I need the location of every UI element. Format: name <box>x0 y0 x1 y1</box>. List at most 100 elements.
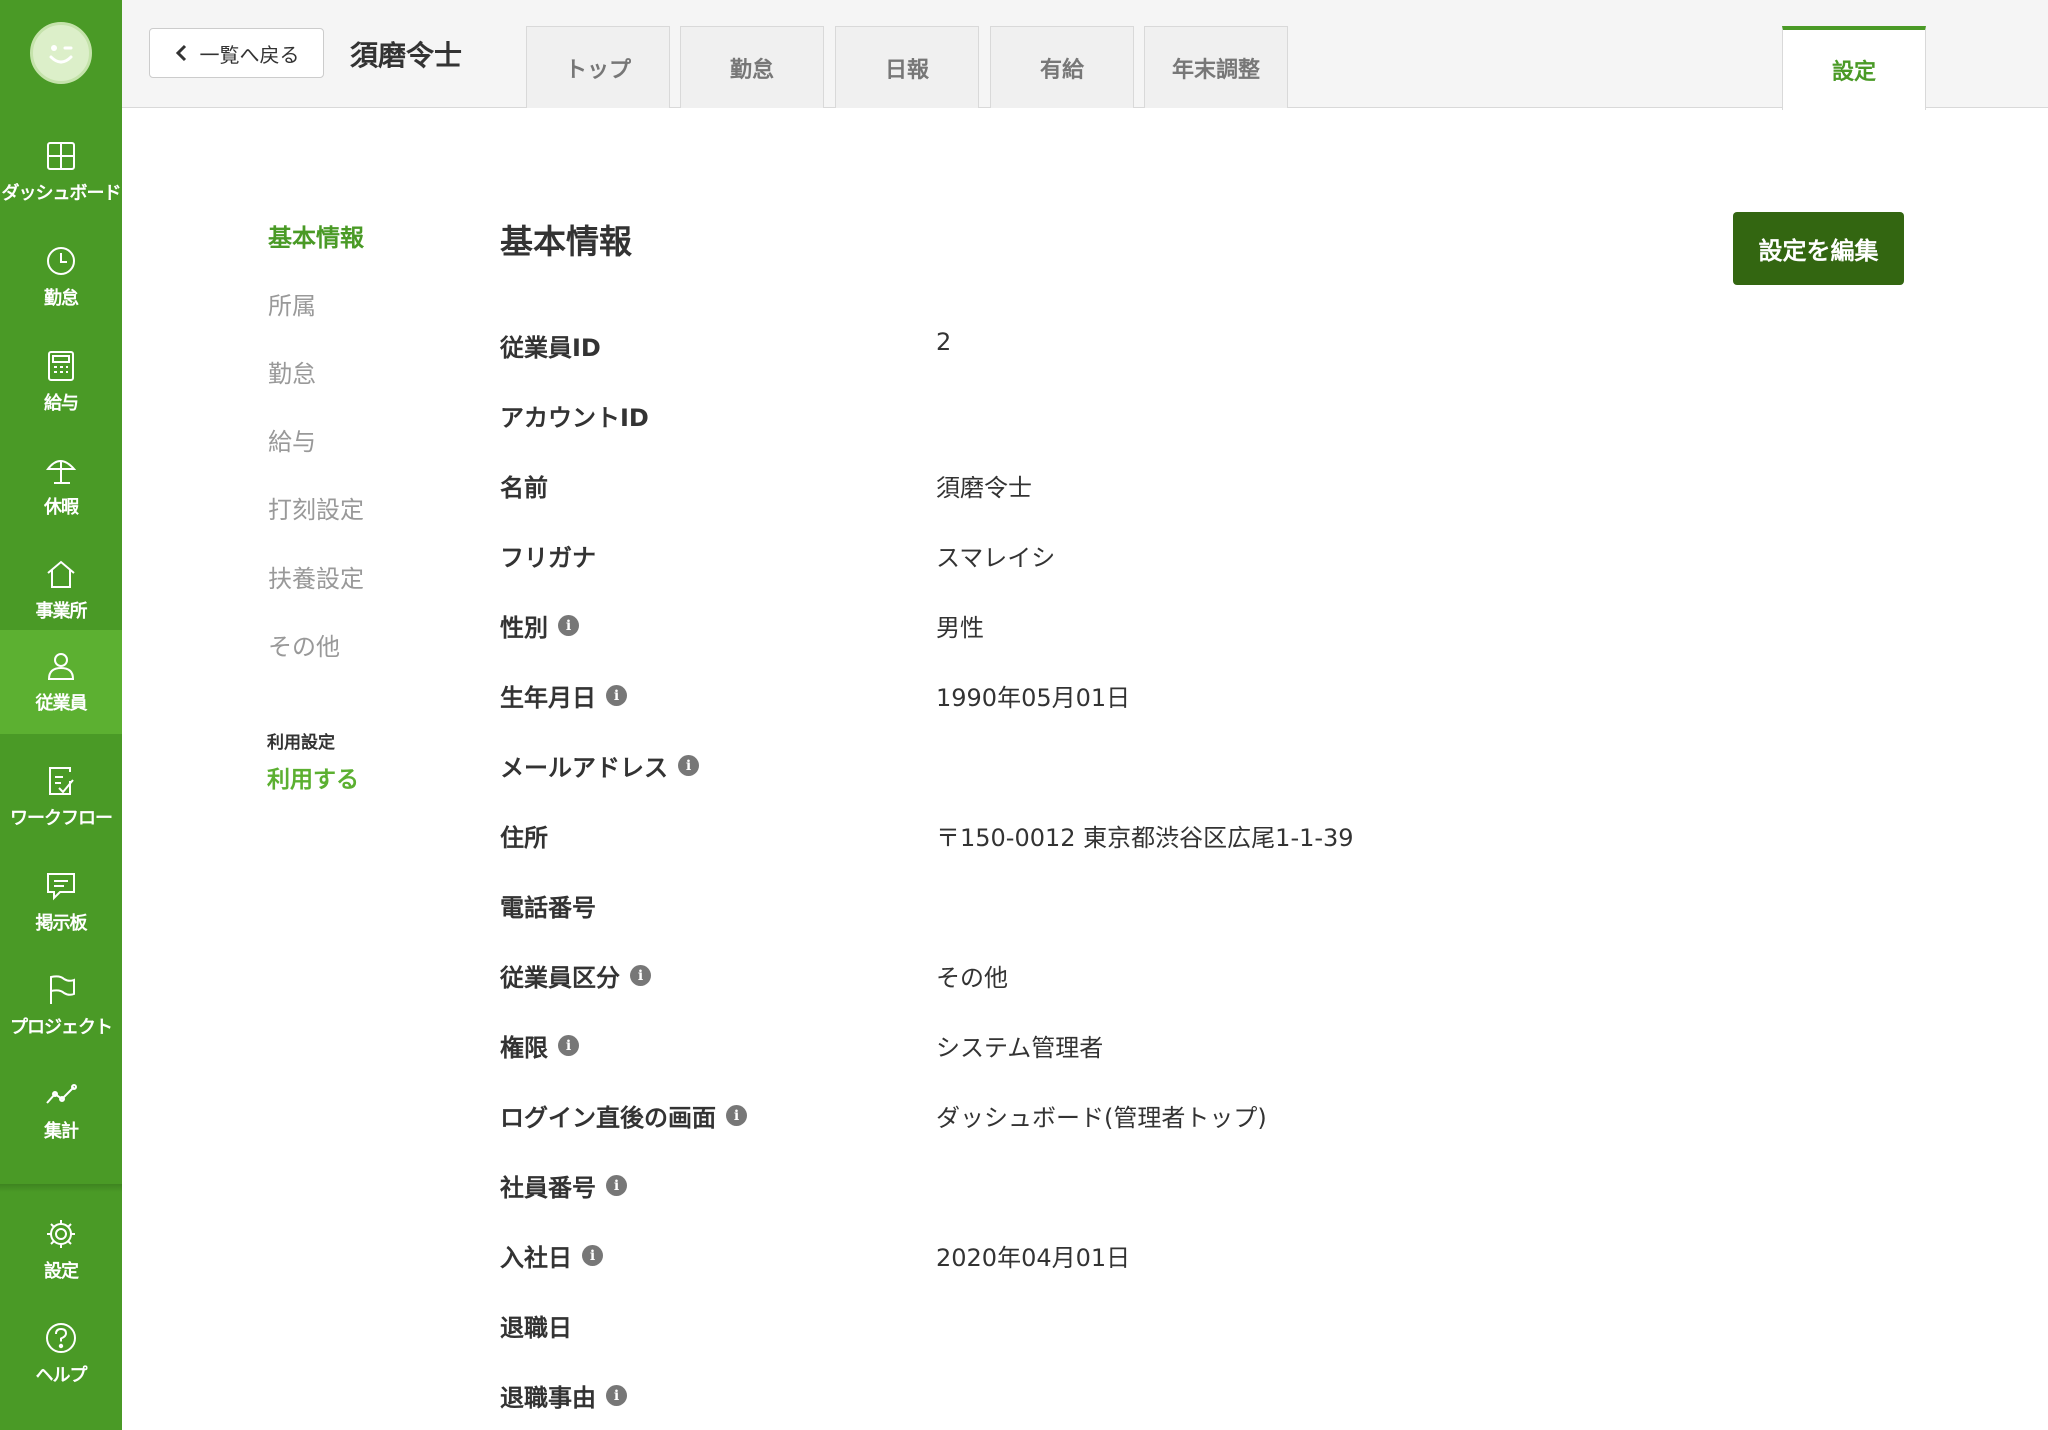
back-button-label: 一覧へ戻る <box>199 42 300 67</box>
field-label: 生年月日 i <box>500 678 627 713</box>
nav-aggregate[interactable]: 集計 <box>0 1058 122 1162</box>
field-value: その他 <box>936 964 1008 992</box>
field-row: メールアドレス i <box>500 748 1900 798</box>
nav-label: プロジェクト <box>10 1017 113 1038</box>
field-row: 性別 i 男性 <box>500 608 1900 658</box>
nav-workflow[interactable]: ワークフロー <box>0 745 122 849</box>
nav-label: ワークフロー <box>10 808 113 829</box>
chat-icon <box>47 873 75 901</box>
tab-paid-leave[interactable]: 有給 <box>990 26 1134 108</box>
nav-employees[interactable]: 従業員 <box>0 630 122 734</box>
subnav-basic-info[interactable]: 基本情報 <box>268 218 364 253</box>
field-label: 退職日 <box>500 1308 572 1343</box>
info-icon[interactable]: i <box>606 685 627 706</box>
tab-daily-report[interactable]: 日報 <box>835 26 979 108</box>
field-value: 〒150-0012 東京都渋谷区広尾1-1-39 <box>936 824 1354 852</box>
field-row: 従業員ID 2 <box>500 328 1900 378</box>
nav-payroll[interactable]: 給与 <box>0 330 122 434</box>
subnav-dependent-settings[interactable]: 扶養設定 <box>268 559 364 594</box>
calculator-icon <box>48 351 74 381</box>
field-label: ログイン直後の画面 i <box>500 1098 747 1133</box>
info-icon[interactable]: i <box>558 1035 579 1056</box>
trend-icon <box>46 1084 77 1104</box>
field-label-text: メールアドレス <box>500 754 668 782</box>
field-row: 権限 i システム管理者 <box>500 1028 1900 1078</box>
edit-settings-button[interactable]: 設定を編集 <box>1733 212 1904 285</box>
subnav-clock-settings[interactable]: 打刻設定 <box>268 490 364 525</box>
nav-label: 勤怠 <box>44 288 79 309</box>
back-to-list-button[interactable]: 一覧へ戻る <box>149 28 324 78</box>
smiley-logo-icon[interactable] <box>30 22 92 84</box>
info-icon[interactable]: i <box>678 755 699 776</box>
checklist-icon <box>49 767 74 795</box>
sidebar-divider <box>0 1184 122 1192</box>
usage-setting-title: 利用設定 <box>267 733 335 753</box>
field-label: 入社日 i <box>500 1238 603 1273</box>
field-row: アカウントID <box>500 398 1900 448</box>
field-label: 電話番号 <box>500 888 596 923</box>
info-icon[interactable]: i <box>558 615 579 636</box>
sidebar: ダッシュボード 勤怠 給与 休暇 事業所 従業員 ワークフロー 掲示板 プロジェ… <box>0 0 122 1430</box>
nav-label: ヘルプ <box>35 1365 88 1386</box>
tab-top[interactable]: トップ <box>526 26 670 108</box>
field-row: 退職日 <box>500 1308 1900 1358</box>
help-icon <box>46 1323 76 1353</box>
field-value: 2 <box>936 328 952 356</box>
field-row: 生年月日 i 1990年05月01日 <box>500 678 1900 728</box>
subnav-attendance[interactable]: 勤怠 <box>268 354 316 389</box>
field-label-text: フリガナ <box>500 544 596 572</box>
field-label-text: 電話番号 <box>500 894 596 922</box>
nav-settings[interactable]: 設定 <box>0 1198 122 1302</box>
nav-project[interactable]: プロジェクト <box>0 954 122 1058</box>
nav-label: 休暇 <box>44 497 79 518</box>
nav-office[interactable]: 事業所 <box>0 538 122 642</box>
field-row: 退職事由 i <box>500 1378 1900 1428</box>
info-icon[interactable]: i <box>606 1385 627 1406</box>
nav-leave[interactable]: 休暇 <box>0 434 122 538</box>
nav-help[interactable]: ヘルプ <box>0 1302 122 1406</box>
field-label: 退職事由 i <box>500 1378 627 1413</box>
field-row: 従業員区分 i その他 <box>500 958 1900 1008</box>
field-label: 社員番号 i <box>500 1168 627 1203</box>
field-row: 名前 須磨令士 <box>500 468 1900 518</box>
subnav-other[interactable]: その他 <box>268 627 340 662</box>
nav-label: 事業所 <box>35 601 88 622</box>
tab-year-end-adjustment[interactable]: 年末調整 <box>1144 26 1288 108</box>
field-label: 権限 i <box>500 1028 579 1063</box>
subnav-affiliation[interactable]: 所属 <box>268 286 316 321</box>
field-label-text: 生年月日 <box>500 684 596 712</box>
subnav-payroll[interactable]: 給与 <box>268 422 316 457</box>
field-value: システム管理者 <box>936 1034 1104 1062</box>
nav-dashboard[interactable]: ダッシュボード <box>0 120 122 224</box>
nav-label: 集計 <box>44 1121 79 1142</box>
header: 一覧へ戻る 須磨令士 トップ 勤怠 日報 有給 年末調整 設定 <box>122 0 2048 110</box>
field-row: ログイン直後の画面 i ダッシュボード(管理者トップ) <box>500 1098 1900 1148</box>
info-icon[interactable]: i <box>726 1105 747 1126</box>
field-label: フリガナ <box>500 538 596 573</box>
nav-label: 給与 <box>44 393 79 414</box>
field-label-text: 社員番号 <box>500 1174 596 1202</box>
tab-settings[interactable]: 設定 <box>1782 26 1926 110</box>
field-label-text: 従業員区分 <box>500 964 620 992</box>
field-label: 住所 <box>500 818 548 853</box>
field-value: 2020年04月01日 <box>936 1244 1131 1272</box>
field-label: 性別 i <box>500 608 579 643</box>
field-row: 社員番号 i <box>500 1168 1900 1218</box>
field-label: 従業員ID <box>500 328 601 363</box>
nav-label: ダッシュボード <box>1 183 122 204</box>
dashboard-icon <box>47 142 75 170</box>
field-value: 1990年05月01日 <box>936 684 1131 712</box>
nav-board[interactable]: 掲示板 <box>0 850 122 954</box>
employee-name: 須磨令士 <box>350 39 463 72</box>
info-icon[interactable]: i <box>582 1245 603 1266</box>
field-label: 名前 <box>500 468 548 503</box>
field-value: ダッシュボード(管理者トップ) <box>936 1104 1267 1132</box>
field-value: 須磨令士 <box>936 474 1032 502</box>
tab-attendance[interactable]: 勤怠 <box>680 26 824 108</box>
info-icon[interactable]: i <box>630 965 651 986</box>
field-label-text: アカウントID <box>500 404 649 432</box>
field-label: メールアドレス i <box>500 748 699 783</box>
info-icon[interactable]: i <box>606 1175 627 1196</box>
field-label-text: 退職事由 <box>500 1384 596 1412</box>
nav-attendance[interactable]: 勤怠 <box>0 225 122 329</box>
